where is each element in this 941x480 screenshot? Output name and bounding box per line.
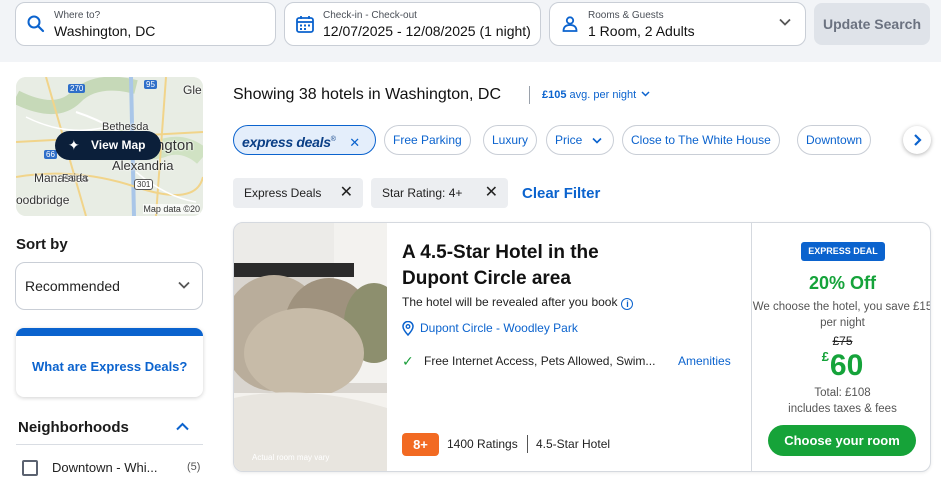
deal-price-value: 60: [829, 349, 864, 382]
neighborhood-label: Downtown - Whi...: [52, 460, 158, 475]
close-icon[interactable]: ✕: [485, 178, 498, 208]
highway-66-label: 66: [44, 150, 57, 159]
rooms-guests-value[interactable]: 1 Room, 2 Adults: [588, 23, 695, 39]
chevron-down-icon: [779, 18, 791, 26]
active-filter-express-deals[interactable]: Express Deals ✕: [233, 178, 363, 208]
express-deals-info-card[interactable]: What are Express Deals?: [16, 328, 203, 397]
photo-caption: Actual room may vary: [252, 453, 330, 462]
chip-express-deals[interactable]: express deals® ✕: [233, 125, 376, 155]
highway-95-label: 95: [144, 80, 157, 89]
trademark-mark: ®: [330, 136, 336, 143]
clear-filter-link[interactable]: Clear Filter: [522, 185, 600, 202]
savings-text: We choose the hotel, you save £15 per ni…: [752, 301, 931, 329]
avg-price-suffix: avg. per night: [566, 89, 637, 101]
express-deal-badge: EXPRESS DEAL: [801, 242, 885, 261]
chevron-down-icon: [592, 137, 602, 144]
dates-value[interactable]: 12/07/2025 - 12/08/2025 (1 night): [323, 23, 531, 39]
chip-price[interactable]: Price: [546, 125, 614, 155]
rooms-guests-field[interactable]: Rooms & Guests 1 Room, 2 Adults: [549, 2, 806, 46]
destination-label: Where to?: [54, 10, 101, 21]
close-icon[interactable]: ✕: [340, 178, 353, 208]
reveal-notice: The hotel will be revealed after you boo…: [402, 295, 634, 310]
choose-room-button[interactable]: Choose your room: [768, 425, 916, 456]
divider: [529, 86, 530, 104]
map-place-label: Gle: [183, 83, 202, 97]
chevron-down-icon: [641, 91, 650, 97]
person-icon: [562, 16, 578, 32]
dates-label: Check-in - Check-out: [323, 10, 417, 21]
neighborhoods-title: Neighborhoods: [18, 419, 129, 436]
chevron-up-icon[interactable]: [176, 422, 189, 431]
highway-301-label: 301: [134, 179, 154, 190]
map-place-label: Alexandria: [112, 158, 174, 173]
reveal-text: The hotel will be revealed after you boo…: [402, 295, 618, 309]
filter-tag-label: Star Rating: 4+: [382, 186, 463, 200]
map-place-label: ngton: [156, 137, 194, 154]
checkbox[interactable]: [22, 460, 38, 476]
search-icon: [27, 15, 45, 33]
destination-field[interactable]: Where to? Washington, DC: [15, 2, 276, 46]
chip-luxury[interactable]: Luxury: [483, 125, 538, 155]
hotel-photo[interactable]: [234, 223, 387, 472]
taxes-note: includes taxes & fees: [788, 403, 897, 415]
view-map-label: View Map: [91, 138, 146, 152]
chevron-down-icon: [178, 281, 190, 289]
map-place-label: Fairfa: [62, 173, 88, 184]
rating-count: 1400 Ratings: [447, 437, 518, 451]
view-map-button[interactable]: ✦ View Map: [55, 131, 161, 160]
chevron-right-icon: [914, 134, 922, 146]
currency-symbol: £: [821, 349, 829, 364]
star-class: 4.5-Star Hotel: [536, 437, 611, 451]
original-price: £75: [752, 334, 930, 348]
rooms-guests-label: Rooms & Guests: [588, 10, 664, 21]
avg-price-dropdown[interactable]: £105 avg. per night: [542, 89, 650, 101]
price-panel: EXPRESS DEAL 20% Off We choose the hotel…: [751, 223, 931, 471]
active-filter-star-rating[interactable]: Star Rating: 4+ ✕: [371, 178, 508, 208]
express-card-accent: [16, 328, 203, 336]
highway-270-label: 270: [68, 84, 86, 93]
close-icon[interactable]: ✕: [349, 135, 360, 150]
percent-off: 20% Off: [808, 273, 877, 293]
results-count: Showing 38 hotels in Washington, DC: [233, 86, 501, 103]
location-text: Dupont Circle - Woodley Park: [420, 321, 578, 335]
total-price: Total: £108: [814, 387, 871, 399]
dates-field[interactable]: Check-in - Check-out 12/07/2025 - 12/08/…: [284, 2, 541, 46]
divider: [16, 444, 203, 445]
location-pin-icon: [402, 321, 414, 336]
sort-value: Recommended: [25, 278, 120, 294]
sort-by-label: Sort by: [16, 236, 68, 253]
rating-score-badge: 8+: [402, 433, 439, 456]
sparkle-icon: ✦: [68, 137, 80, 153]
chip-downtown[interactable]: Downtown: [797, 125, 872, 155]
map-credit: Map data ©20: [143, 204, 200, 214]
update-search-button[interactable]: Update Search: [814, 3, 930, 45]
checkmark-icon: ✓: [402, 353, 414, 369]
chips-scroll-right-button[interactable]: [903, 126, 931, 154]
map-place-label: oodbridge: [16, 193, 70, 207]
hotel-card[interactable]: Actual room may vary A 4.5-Star Hotel in…: [233, 222, 931, 472]
express-deals-logo: express deals: [242, 134, 331, 150]
hotel-title[interactable]: A 4.5-Star Hotel in the Dupont Circle ar…: [402, 240, 662, 292]
neighborhood-count: (5): [187, 461, 201, 473]
express-deals-info-link[interactable]: What are Express Deals?: [32, 359, 187, 374]
avg-price-amount: £105: [542, 89, 567, 101]
divider: [527, 435, 528, 453]
destination-value[interactable]: Washington, DC: [54, 23, 155, 39]
amenities-link[interactable]: Amenities: [678, 354, 731, 368]
search-bar: Where to? Washington, DC Check-in - Chec…: [0, 0, 941, 62]
sort-select[interactable]: Recommended: [15, 262, 203, 310]
amenities-text: Free Internet Access, Pets Allowed, Swim…: [424, 354, 656, 368]
chip-price-label: Price: [555, 133, 583, 147]
chip-close-to-white-house[interactable]: Close to The White House: [622, 125, 780, 155]
calendar-icon: [296, 16, 314, 33]
filter-tag-label: Express Deals: [244, 186, 322, 200]
info-icon[interactable]: i: [621, 298, 634, 310]
original-price-value: £75: [832, 334, 853, 348]
chip-free-parking[interactable]: Free Parking: [384, 125, 471, 155]
deal-price: £60: [752, 349, 930, 383]
